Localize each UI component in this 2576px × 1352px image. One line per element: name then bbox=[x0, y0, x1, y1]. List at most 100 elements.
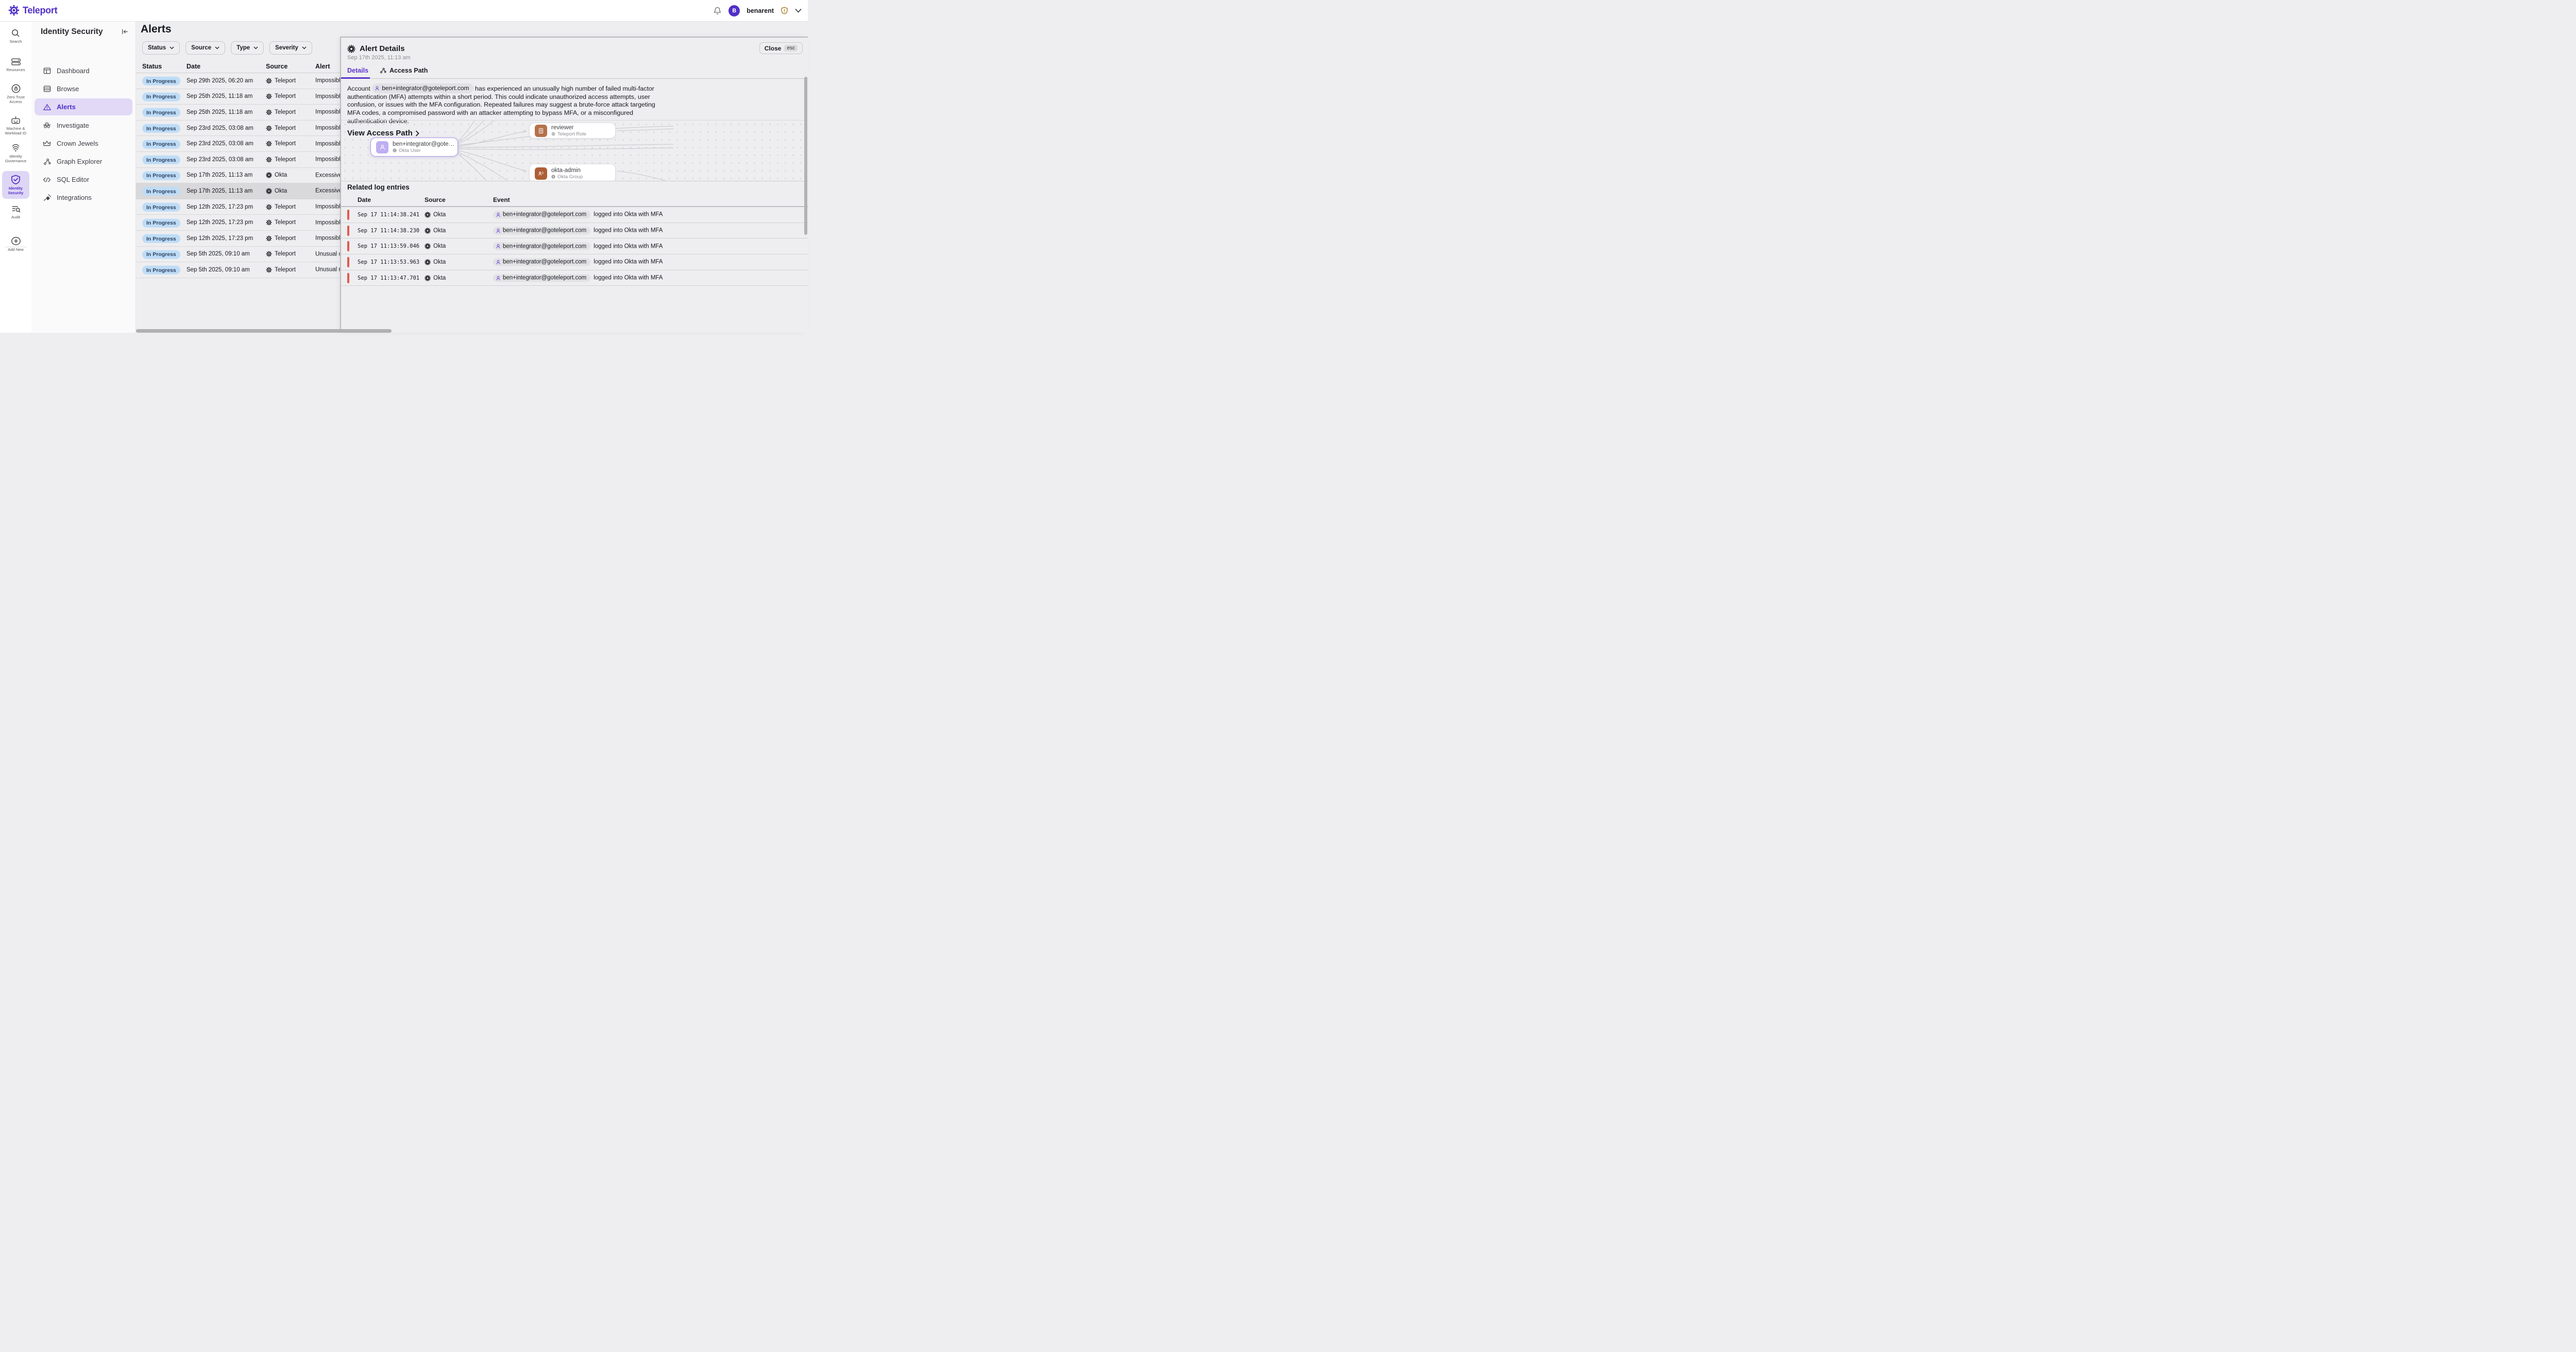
shield-warning-icon[interactable] bbox=[781, 7, 788, 15]
sidebar-item-investigate[interactable]: Investigate bbox=[35, 117, 132, 134]
collapse-sidebar-icon[interactable] bbox=[121, 28, 129, 36]
chevron-down-icon bbox=[170, 46, 174, 49]
filter-bar: Status Source Type Severity bbox=[142, 41, 312, 55]
severity-marker bbox=[347, 257, 349, 267]
rail-item-identity-governance[interactable]: Identity Governance bbox=[0, 143, 31, 163]
sidebar-item-sql-editor[interactable]: SQL Editor bbox=[35, 171, 132, 188]
zero-trust-icon bbox=[11, 83, 21, 94]
okta-icon bbox=[266, 188, 272, 194]
alert-date: Sep 23rd 2025, 03:08 am bbox=[187, 157, 253, 163]
teleport-icon bbox=[266, 157, 272, 163]
sidebar-item-integrations[interactable]: Integrations bbox=[35, 189, 132, 206]
user-name: benarent bbox=[747, 7, 774, 14]
account-chip[interactable]: ben+integrator@goteleport.com bbox=[493, 243, 590, 250]
rail-item-identity-security[interactable]: Identity Security bbox=[0, 175, 31, 195]
account-chip[interactable]: ben+integrator@goteleport.com bbox=[493, 274, 590, 282]
sidebar-item-alerts[interactable]: Alerts bbox=[35, 98, 132, 115]
panel-vertical-scrollbar[interactable] bbox=[804, 77, 807, 235]
tab-details[interactable]: Details bbox=[347, 67, 368, 74]
panel-title: Alert Details bbox=[360, 44, 405, 53]
account-chip[interactable]: ben+integrator@goteleport.com bbox=[372, 83, 473, 93]
alert-source: Teleport bbox=[266, 109, 296, 115]
alert-date: Sep 17th 2025, 11:13 am bbox=[187, 188, 252, 194]
rail-item-audit[interactable]: Audit bbox=[0, 204, 31, 220]
alert-triangle-icon bbox=[43, 104, 51, 111]
role-node-icon bbox=[535, 125, 547, 137]
account-chip[interactable]: ben+integrator@goteleport.com bbox=[493, 258, 590, 266]
log-source: Okta bbox=[425, 212, 446, 218]
status-badge: In Progress bbox=[142, 234, 180, 243]
user-icon bbox=[496, 275, 501, 281]
browse-icon bbox=[43, 85, 51, 92]
teleport-logo[interactable]: Teleport bbox=[8, 5, 57, 16]
status-badge: In Progress bbox=[142, 250, 180, 259]
severity-marker bbox=[347, 241, 349, 251]
teleport-icon bbox=[266, 93, 272, 99]
fingerprint-icon bbox=[10, 143, 21, 153]
filter-status[interactable]: Status bbox=[142, 41, 180, 55]
okta-icon bbox=[425, 275, 431, 281]
log-entry-row[interactable]: Sep 17 11:14:38.241 Okta ben+integrator@… bbox=[341, 207, 808, 223]
servers-icon bbox=[11, 57, 21, 66]
status-badge: In Progress bbox=[142, 203, 180, 212]
sidebar-item-crown-jewels[interactable]: Crown Jewels bbox=[35, 135, 132, 152]
sidebar-item-browse[interactable]: Browse bbox=[35, 80, 132, 97]
teleport-icon bbox=[266, 109, 272, 115]
graph-nodes-icon bbox=[43, 158, 51, 165]
status-badge: In Progress bbox=[142, 108, 180, 117]
teleport-icon bbox=[266, 267, 272, 273]
rail-item-machine-workload-id[interactable]: Machine & Workload ID bbox=[0, 115, 31, 135]
avatar[interactable]: B bbox=[728, 5, 740, 16]
search-icon bbox=[11, 28, 21, 38]
alert-date: Sep 23rd 2025, 03:08 am bbox=[187, 125, 253, 131]
sidebar-item-dashboard[interactable]: Dashboard bbox=[35, 62, 132, 79]
code-icon bbox=[43, 177, 51, 183]
rail-item-zero-trust-access[interactable]: Zero Trust Access bbox=[0, 83, 31, 104]
rail-item-add-new[interactable]: Add New bbox=[0, 236, 31, 252]
graph-node-reviewer-role[interactable]: reviewer Teleport Role bbox=[529, 123, 616, 139]
rail-item-search[interactable]: Search bbox=[0, 28, 31, 44]
log-entry-row[interactable]: Sep 17 11:13:47.701 Okta ben+integrator@… bbox=[341, 270, 808, 286]
close-button[interactable]: Close esc bbox=[759, 42, 803, 54]
log-entry-row[interactable]: Sep 17 11:14:38.230 Okta ben+integrator@… bbox=[341, 223, 808, 239]
log-table-header: Date Source Event bbox=[341, 195, 808, 206]
log-date: Sep 17 11:14:38.230 bbox=[358, 228, 419, 234]
log-source: Okta bbox=[425, 228, 446, 234]
status-badge: In Progress bbox=[142, 266, 180, 275]
notifications-bell-icon[interactable] bbox=[713, 6, 722, 15]
filter-type[interactable]: Type bbox=[231, 41, 264, 55]
alert-source: Teleport bbox=[266, 93, 296, 99]
graph-node-okta-admin-group[interactable]: okta-admin Okta Group bbox=[529, 164, 616, 181]
log-source: Okta bbox=[425, 275, 446, 281]
okta-icon bbox=[347, 45, 355, 53]
teleport-icon bbox=[551, 132, 555, 136]
page-title: Alerts bbox=[141, 23, 172, 36]
view-access-path-link[interactable]: View Access Path bbox=[347, 129, 419, 138]
account-chip[interactable]: ben+integrator@goteleport.com bbox=[493, 211, 590, 218]
rail-item-resources[interactable]: Resources bbox=[0, 57, 31, 73]
audit-list-icon bbox=[11, 204, 21, 214]
log-entry-row[interactable]: Sep 17 11:13:59.046 Okta ben+integrator@… bbox=[341, 238, 808, 254]
okta-icon bbox=[425, 243, 431, 249]
alert-source: Teleport bbox=[266, 125, 296, 131]
log-entry-row[interactable]: Sep 17 11:13:53.963 Okta ben+integrator@… bbox=[341, 254, 808, 270]
graph-node-okta-user[interactable]: ben+integrator@goteleport.c... Okta User bbox=[370, 138, 458, 157]
user-menu-chevron-icon[interactable] bbox=[795, 8, 802, 13]
status-badge: In Progress bbox=[142, 172, 180, 180]
horizontal-scrollbar[interactable] bbox=[136, 329, 392, 333]
log-source: Okta bbox=[425, 259, 446, 265]
alert-date: Sep 12th 2025, 17:23 pm bbox=[187, 235, 253, 242]
user-icon bbox=[375, 85, 380, 91]
sidebar-item-graph-explorer[interactable]: Graph Explorer bbox=[35, 153, 132, 170]
filter-severity[interactable]: Severity bbox=[269, 41, 312, 55]
chevron-down-icon bbox=[215, 46, 219, 49]
chevron-right-icon bbox=[415, 130, 419, 136]
sidebar-title: Identity Security bbox=[41, 27, 103, 37]
access-path-preview[interactable]: View Access Path ben+integrator@gotelepo… bbox=[341, 120, 808, 181]
panel-tabs: Details Access Path bbox=[347, 67, 428, 74]
filter-source[interactable]: Source bbox=[185, 41, 225, 55]
tab-access-path[interactable]: Access Path bbox=[380, 67, 428, 74]
incognito-icon bbox=[43, 122, 51, 129]
status-badge: In Progress bbox=[142, 124, 180, 133]
account-chip[interactable]: ben+integrator@goteleport.com bbox=[493, 227, 590, 234]
